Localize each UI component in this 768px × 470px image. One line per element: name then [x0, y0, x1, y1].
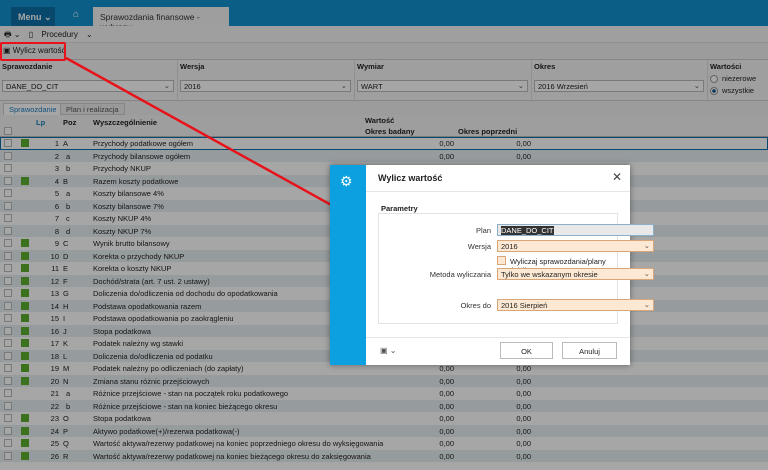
- plan-value: DANE_DO_CIT: [501, 226, 554, 235]
- chevron-down-icon: ⌄: [643, 241, 650, 250]
- dialog-sidebar: ⚙: [330, 165, 366, 365]
- plan-label: Plan: [475, 226, 491, 235]
- parameters-fieldset: Plan DANE_DO_CIT Wersja 2016 ⌄ Wyliczaj s…: [378, 213, 654, 324]
- close-icon[interactable]: ✕: [612, 170, 622, 184]
- plan-field[interactable]: DANE_DO_CIT: [497, 224, 654, 236]
- metoda-select[interactable]: Tylko we wskazanym okresie ⌄: [497, 268, 654, 280]
- wyliczaj-checkbox[interactable]: [497, 256, 506, 265]
- okres-do-value: 2016 Sierpień: [501, 301, 548, 310]
- okres-do-label: Okres do: [460, 301, 491, 310]
- wersja-select[interactable]: 2016 ⌄: [497, 240, 654, 252]
- wylicz-wartosc-dialog: ⚙ Wylicz wartość ✕ Parametry Plan DANE_D…: [330, 165, 654, 365]
- wersja-label: Wersja: [467, 242, 491, 251]
- cancel-button[interactable]: Anuluj: [562, 342, 617, 359]
- ok-button[interactable]: OK: [500, 342, 553, 359]
- metoda-label: Metoda wyliczania: [429, 270, 491, 279]
- chevron-down-icon: ⌄: [643, 269, 650, 278]
- dialog-title: Wylicz wartość: [378, 173, 443, 183]
- chevron-down-icon: ⌄: [643, 300, 650, 309]
- okres-do-select[interactable]: 2016 Sierpień ⌄: [497, 299, 654, 311]
- document-gear-icon: ⚙: [340, 173, 353, 189]
- wersja-value: 2016: [501, 242, 518, 251]
- section-title: Parametry: [381, 204, 418, 213]
- settings-menu-icon[interactable]: ▣ ⌄: [380, 346, 396, 355]
- metoda-value: Tylko we wskazanym okresie: [501, 270, 598, 279]
